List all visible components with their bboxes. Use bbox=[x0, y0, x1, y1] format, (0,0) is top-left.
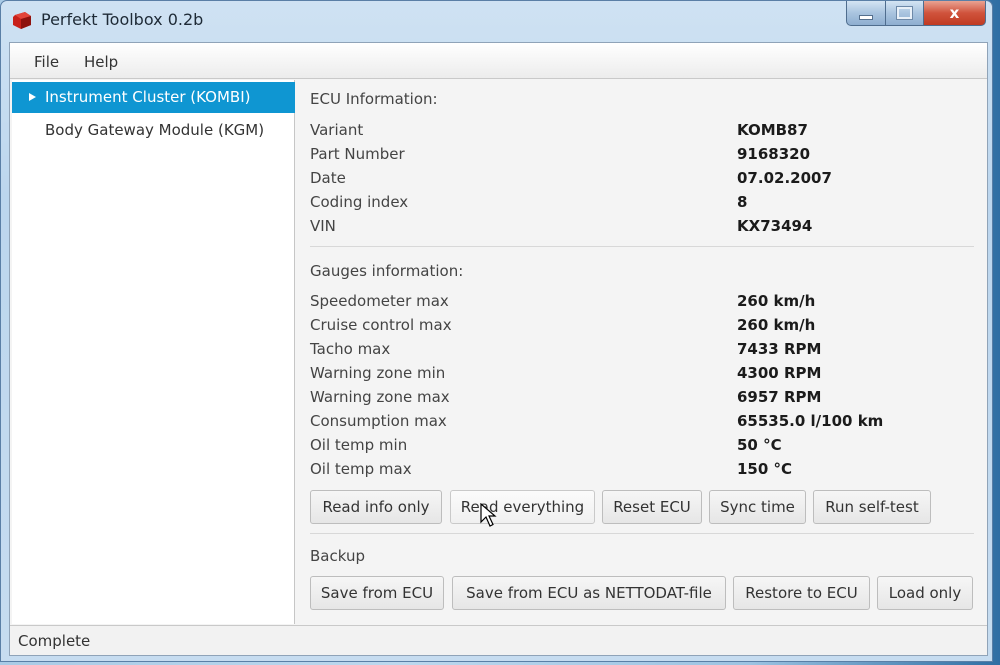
app-logo-icon bbox=[13, 12, 31, 29]
ecu-value-variant: KOMB87 bbox=[737, 121, 808, 139]
gauge-value-cruise-control-max: 260 km/h bbox=[737, 316, 816, 334]
status-bar: Complete bbox=[10, 625, 987, 655]
load-only-button[interactable]: Load only bbox=[877, 576, 973, 610]
gauges-info-heading: Gauges information: bbox=[310, 262, 464, 280]
gauge-label-speedometer-max: Speedometer max bbox=[310, 292, 449, 310]
menu-bar: File Help bbox=[10, 43, 987, 79]
gauge-label-oil-temp-max: Oil temp max bbox=[310, 460, 412, 478]
ecu-info-heading: ECU Information: bbox=[310, 90, 438, 108]
ecu-label-coding-index: Coding index bbox=[310, 193, 409, 211]
separator bbox=[310, 246, 974, 247]
ecu-label-variant: Variant bbox=[310, 121, 364, 139]
sync-time-button[interactable]: Sync time bbox=[709, 490, 806, 524]
gauge-value-warning-zone-min: 4300 RPM bbox=[737, 364, 822, 382]
ecu-label-part-number: Part Number bbox=[310, 145, 405, 163]
gauge-value-warning-zone-max: 6957 RPM bbox=[737, 388, 822, 406]
close-icon: x bbox=[949, 4, 960, 22]
ecu-label-date: Date bbox=[310, 169, 346, 187]
ecu-label-vin: VIN bbox=[310, 217, 336, 235]
save-from-ecu-button[interactable]: Save from ECU bbox=[310, 576, 444, 610]
read-info-only-button[interactable]: Read info only bbox=[310, 490, 442, 524]
ecu-value-coding-index: 8 bbox=[737, 193, 748, 211]
gauge-value-tacho-max: 7433 RPM bbox=[737, 340, 822, 358]
gauge-value-oil-temp-min: 50 °C bbox=[737, 436, 782, 454]
module-tree: Instrument Cluster (KOMBI) Body Gateway … bbox=[12, 80, 295, 624]
gauge-value-speedometer-max: 260 km/h bbox=[737, 292, 816, 310]
menu-file[interactable]: File bbox=[34, 53, 59, 71]
minimize-icon bbox=[859, 14, 873, 20]
mouse-cursor-icon bbox=[480, 503, 497, 527]
ecu-value-date: 07.02.2007 bbox=[737, 169, 832, 187]
ecu-value-part-number: 9168320 bbox=[737, 145, 811, 163]
minimize-button[interactable] bbox=[846, 1, 886, 26]
gauge-label-warning-zone-max: Warning zone max bbox=[310, 388, 450, 406]
title-bar[interactable]: Perfekt Toolbox 0.2b x bbox=[1, 1, 992, 41]
gauge-label-warning-zone-min: Warning zone min bbox=[310, 364, 446, 382]
read-everything-button[interactable]: Read everything bbox=[450, 490, 595, 524]
reset-ecu-button[interactable]: Reset ECU bbox=[602, 490, 702, 524]
close-button[interactable]: x bbox=[924, 1, 986, 26]
separator bbox=[310, 533, 974, 534]
save-nettodat-button[interactable]: Save from ECU as NETTODAT-file bbox=[452, 576, 726, 610]
window-title: Perfekt Toolbox 0.2b bbox=[41, 10, 204, 29]
caption-buttons: x bbox=[846, 1, 986, 27]
status-text: Complete bbox=[18, 632, 91, 650]
gauge-value-oil-temp-max: 150 °C bbox=[737, 460, 793, 478]
backup-heading: Backup bbox=[310, 547, 365, 565]
app-window: Perfekt Toolbox 0.2b x File Help Instrum… bbox=[0, 0, 993, 662]
gauge-label-cruise-control-max: Cruise control max bbox=[310, 316, 452, 334]
maximize-button[interactable] bbox=[886, 1, 924, 26]
details-panel: ECU Information: Variant KOMB87 Part Num… bbox=[296, 80, 986, 624]
tree-item-instrument-cluster[interactable]: Instrument Cluster (KOMBI) bbox=[12, 82, 295, 113]
run-self-test-button[interactable]: Run self-test bbox=[813, 490, 931, 524]
gauge-label-oil-temp-min: Oil temp min bbox=[310, 436, 408, 454]
restore-to-ecu-button[interactable]: Restore to ECU bbox=[733, 576, 870, 610]
tree-item-label: Body Gateway Module (KGM) bbox=[45, 121, 265, 139]
gauge-label-consumption-max: Consumption max bbox=[310, 412, 447, 430]
maximize-icon bbox=[897, 7, 912, 19]
gauge-label-tacho-max: Tacho max bbox=[310, 340, 391, 358]
client-area: File Help Instrument Cluster (KOMBI) Bod… bbox=[9, 42, 988, 656]
tree-item-body-gateway[interactable]: Body Gateway Module (KGM) bbox=[12, 115, 295, 146]
ecu-value-vin: KX73494 bbox=[737, 217, 813, 235]
tree-item-label: Instrument Cluster (KOMBI) bbox=[45, 88, 251, 106]
expand-arrow-icon[interactable] bbox=[29, 93, 36, 101]
gauge-value-consumption-max: 65535.0 l/100 km bbox=[737, 412, 884, 430]
menu-help[interactable]: Help bbox=[84, 53, 118, 71]
